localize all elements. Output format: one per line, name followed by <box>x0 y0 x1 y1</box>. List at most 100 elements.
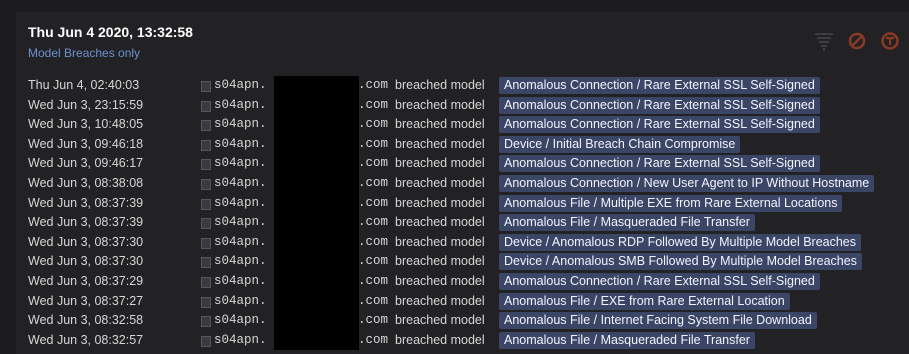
breach-row[interactable]: Wed Jun 3, 08:37:39 s04apn. .com breached m… <box>16 193 909 214</box>
breach-time: Wed Jun 3, 08:37:30 <box>28 234 144 249</box>
redaction-block <box>274 232 359 253</box>
breach-action: breached model <box>395 273 485 288</box>
device-domain[interactable]: .com <box>358 294 388 308</box>
redaction-block <box>274 291 359 312</box>
device-icon <box>201 139 211 151</box>
breach-row[interactable]: Thu Jun 4, 02:40:03 s04apn. .com breached m… <box>16 76 909 96</box>
device-icon <box>201 100 211 112</box>
breach-time: Wed Jun 3, 08:37:27 <box>28 293 144 308</box>
breach-row[interactable]: Wed Jun 3, 08:37:39 s04apn. .com breached m… <box>16 213 909 233</box>
device-icon <box>201 276 211 288</box>
breach-row[interactable]: Wed Jun 3, 08:38:08 s04apn. .com breached m… <box>16 173 909 194</box>
redaction-block <box>274 76 359 96</box>
device-hostname[interactable]: s04apn. <box>214 98 267 112</box>
breach-time: Wed Jun 3, 08:37:30 <box>28 254 144 269</box>
redaction-block <box>274 193 359 214</box>
device-domain[interactable]: .com <box>358 78 388 92</box>
breach-action: breached model <box>395 156 485 171</box>
breach-time: Wed Jun 3, 08:37:39 <box>28 215 144 230</box>
device-hostname[interactable]: s04apn. <box>214 117 267 131</box>
device-icon <box>201 296 211 308</box>
model-name-badge[interactable]: Anomalous Connection / Rare External SSL… <box>499 77 820 94</box>
device-icon <box>201 335 211 347</box>
device-domain[interactable]: .com <box>358 156 388 170</box>
filter-icon[interactable] <box>813 30 835 52</box>
breach-row[interactable]: Wed Jun 3, 08:32:58 s04apn. .com breached m… <box>16 311 909 331</box>
breach-time: Wed Jun 3, 08:32:57 <box>28 332 144 347</box>
model-name-badge[interactable]: Device / Anomalous SMB Followed By Multi… <box>499 253 862 271</box>
header-date: Thu Jun 4 2020, 13:32:58 <box>28 24 193 40</box>
model-name-badge[interactable]: Anomalous Connection / Rare External SSL… <box>499 155 820 173</box>
device-icon <box>201 218 211 230</box>
device-icon <box>201 178 211 190</box>
model-name-badge[interactable]: Anomalous File / EXE from Rare External … <box>499 292 790 310</box>
breach-action: breached model <box>395 97 485 112</box>
device-hostname[interactable]: s04apn. <box>214 235 267 249</box>
breach-row[interactable]: Wed Jun 3, 08:37:29 s04apn. .com breached m… <box>16 271 909 292</box>
device-hostname[interactable]: s04apn. <box>214 215 267 229</box>
breach-time: Thu Jun 4, 02:40:03 <box>28 78 140 92</box>
model-name-badge[interactable]: Anomalous File / Multiple EXE from Rare … <box>499 194 843 212</box>
device-domain[interactable]: .com <box>358 313 388 327</box>
model-name-badge[interactable]: Anomalous File / Internet Facing System … <box>499 312 817 330</box>
redaction-block <box>274 115 359 135</box>
redaction-block <box>274 134 359 155</box>
breach-time: Wed Jun 3, 08:38:08 <box>28 175 144 190</box>
breach-action: breached model <box>395 332 485 347</box>
device-domain[interactable]: .com <box>358 254 388 268</box>
device-hostname[interactable]: s04apn. <box>214 333 267 347</box>
model-icon[interactable] <box>879 30 901 52</box>
cancel-icon[interactable] <box>846 30 868 52</box>
redaction-block <box>274 154 359 174</box>
breach-action: breached model <box>395 215 485 230</box>
breach-row[interactable]: Wed Jun 3, 09:46:18 s04apn. .com breached m… <box>16 134 909 155</box>
breach-row[interactable]: Wed Jun 3, 08:32:57 s04apn. .com breached m… <box>16 330 909 351</box>
device-domain[interactable]: .com <box>358 235 388 249</box>
model-name-badge[interactable]: Device / Anomalous RDP Followed By Multi… <box>499 233 862 251</box>
device-icon <box>201 316 211 328</box>
model-name-badge[interactable]: Anomalous Connection / Rare External SSL… <box>499 272 820 290</box>
breach-time: Wed Jun 3, 09:46:18 <box>28 136 144 151</box>
model-name-badge[interactable]: Anomalous Connection / Rare External SSL… <box>499 96 820 114</box>
model-name-badge[interactable]: Anomalous File / Masqueraded File Transf… <box>499 331 755 349</box>
device-domain[interactable]: .com <box>358 333 388 347</box>
breach-time: Wed Jun 3, 09:46:17 <box>28 156 144 171</box>
device-hostname[interactable]: s04apn. <box>214 294 267 308</box>
model-name-badge[interactable]: Anomalous Connection / Rare External SSL… <box>499 116 820 134</box>
breach-row[interactable]: Wed Jun 3, 08:37:30 s04apn. .com breached m… <box>16 252 909 272</box>
model-name-badge[interactable]: Anomalous File / Masqueraded File Transf… <box>499 214 755 232</box>
device-icon <box>201 159 211 171</box>
breach-action: breached model <box>395 254 485 269</box>
device-icon <box>201 198 211 210</box>
redaction-block <box>274 173 359 194</box>
redaction-block <box>274 311 359 331</box>
model-name-badge[interactable]: Device / Initial Breach Chain Compromise <box>499 135 741 153</box>
breach-time: Wed Jun 3, 23:15:59 <box>28 97 144 112</box>
device-domain[interactable]: .com <box>358 215 388 229</box>
device-hostname[interactable]: s04apn. <box>214 156 267 170</box>
device-icon <box>201 237 211 249</box>
device-domain[interactable]: .com <box>358 176 388 190</box>
device-hostname[interactable]: s04apn. <box>214 137 267 151</box>
model-name-badge[interactable]: Anomalous Connection / New User Agent to… <box>499 174 875 192</box>
device-domain[interactable]: .com <box>358 98 388 112</box>
breach-action: breached model <box>395 78 485 92</box>
device-domain[interactable]: .com <box>358 137 388 151</box>
device-icon <box>201 120 211 132</box>
breach-row[interactable]: Wed Jun 3, 09:46:17 s04apn. .com breached m… <box>16 154 909 174</box>
device-hostname[interactable]: s04apn. <box>214 176 267 190</box>
device-hostname[interactable]: s04apn. <box>214 274 267 288</box>
device-hostname[interactable]: s04apn. <box>214 254 267 268</box>
device-domain[interactable]: .com <box>358 117 388 131</box>
breach-row[interactable]: Wed Jun 3, 08:37:30 s04apn. .com breached m… <box>16 232 909 253</box>
breach-time: Wed Jun 3, 08:32:58 <box>28 313 144 328</box>
filter-label[interactable]: Model Breaches only <box>28 46 140 60</box>
device-hostname[interactable]: s04apn. <box>214 78 267 92</box>
breach-row[interactable]: Wed Jun 3, 10:48:05 s04apn. .com breached m… <box>16 115 909 135</box>
device-domain[interactable]: .com <box>358 196 388 210</box>
breach-row[interactable]: Wed Jun 3, 08:37:27 s04apn. .com breached m… <box>16 291 909 312</box>
device-hostname[interactable]: s04apn. <box>214 196 267 210</box>
device-domain[interactable]: .com <box>358 274 388 288</box>
device-hostname[interactable]: s04apn. <box>214 313 267 327</box>
breach-row[interactable]: Wed Jun 3, 23:15:59 s04apn. .com breached m… <box>16 95 909 116</box>
